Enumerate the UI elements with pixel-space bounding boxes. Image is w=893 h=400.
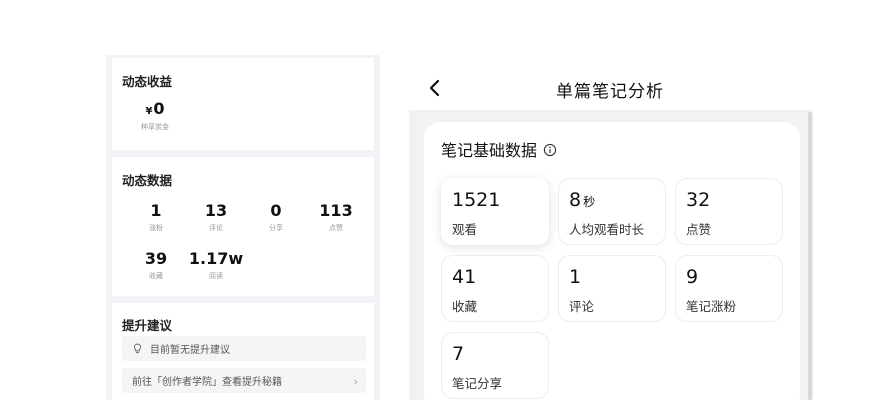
stat-label: 点赞 bbox=[329, 224, 343, 232]
metric-number: 41 bbox=[452, 266, 477, 288]
stat-reads: 1.17w 阅读 bbox=[186, 249, 246, 281]
page-title: 单篇笔记分析 bbox=[556, 82, 664, 102]
stat-value: 113 bbox=[319, 201, 353, 220]
stat-label: 涨粉 bbox=[149, 224, 163, 232]
currency-symbol: ¥ bbox=[145, 106, 153, 117]
stat-likes: 113 点赞 bbox=[306, 201, 366, 233]
chevron-right-icon: › bbox=[353, 375, 358, 388]
metric-number: 9 bbox=[686, 266, 699, 288]
metric-tile-likes[interactable]: 32 点赞 bbox=[675, 178, 783, 245]
metric-tile-views[interactable]: 1521 观看 bbox=[441, 178, 549, 245]
revenue-label: 种草赏金 bbox=[141, 123, 169, 131]
revenue-amount: 0 bbox=[153, 99, 165, 118]
metric-unit: 秒 bbox=[583, 195, 596, 209]
metric-tile-shares[interactable]: 7 笔记分享 bbox=[441, 332, 549, 399]
metric-value: 7 bbox=[452, 343, 466, 365]
back-button[interactable] bbox=[425, 76, 447, 100]
no-suggestion-notice: 目前暂无提升建议 bbox=[122, 336, 366, 361]
stat-label: 阅读 bbox=[209, 272, 223, 280]
scrollbar[interactable] bbox=[808, 112, 812, 400]
section-title: 笔记基础数据 bbox=[441, 137, 557, 161]
suggestions-title: 提升建议 bbox=[122, 318, 173, 333]
metric-label: 笔记分享 bbox=[452, 376, 503, 391]
stat-value: 1.17w bbox=[188, 249, 244, 268]
dynamic-data-title: 动态数据 bbox=[122, 173, 173, 188]
metric-label: 人均观看时长 bbox=[569, 222, 645, 237]
stat-comments: 13 评论 bbox=[186, 201, 246, 233]
stat-value: 0 bbox=[270, 201, 282, 220]
stat-label: 分享 bbox=[269, 224, 283, 232]
metric-value: 32 bbox=[686, 189, 712, 211]
metric-label: 评论 bbox=[569, 299, 595, 314]
metric-value: 1521 bbox=[452, 189, 502, 211]
metric-number: 32 bbox=[686, 189, 711, 211]
stat-value: 1 bbox=[150, 201, 162, 220]
metric-label: 笔记涨粉 bbox=[686, 299, 737, 314]
stat-value: 13 bbox=[204, 201, 228, 220]
creator-academy-text: 前往「创作者学院」查看提升秘籍 bbox=[132, 377, 282, 388]
info-circle-icon[interactable] bbox=[543, 143, 557, 157]
revenue-card: 动态收益 ¥ 0 种草赏金 bbox=[112, 58, 374, 150]
stat-value: 39 bbox=[144, 249, 168, 268]
section-title-text: 笔记基础数据 bbox=[441, 141, 538, 160]
creator-academy-link[interactable]: 前往「创作者学院」查看提升秘籍 › bbox=[122, 368, 366, 393]
revenue-title: 动态收益 bbox=[122, 74, 173, 89]
stat-collects: 39 收藏 bbox=[126, 249, 186, 281]
revenue-value: ¥ 0 bbox=[140, 99, 170, 118]
revenue-stat: ¥ 0 种草赏金 bbox=[140, 99, 170, 132]
stat-followers: 1 涨粉 bbox=[126, 201, 186, 233]
metric-number: 1 bbox=[569, 266, 582, 288]
dashboard-panel: 动态收益 ¥ 0 种草赏金 动态数据 1 涨粉 13 评论 0 分享 113 点… bbox=[106, 55, 380, 400]
stat-label: 评论 bbox=[209, 224, 223, 232]
metric-value: 9 bbox=[686, 266, 700, 288]
metric-tile-collects[interactable]: 41 收藏 bbox=[441, 255, 549, 322]
dynamic-data-card: 动态数据 1 涨粉 13 评论 0 分享 113 点赞 39 收藏 1.17w … bbox=[112, 157, 374, 296]
chevron-left-icon bbox=[429, 79, 440, 97]
metric-label: 收藏 bbox=[452, 299, 478, 314]
metric-value: 41 bbox=[452, 266, 478, 288]
metric-tile-avg-watch-time[interactable]: 8 秒 人均观看时长 bbox=[558, 178, 666, 245]
stat-label: 收藏 bbox=[149, 272, 163, 280]
suggestions-card: 提升建议 目前暂无提升建议 前往「创作者学院」查看提升秘籍 › bbox=[112, 303, 374, 400]
metric-value: 1 bbox=[569, 266, 583, 288]
metric-label: 观看 bbox=[452, 222, 478, 237]
metric-number: 8 bbox=[569, 189, 582, 211]
metric-tile-comments[interactable]: 1 评论 bbox=[558, 255, 666, 322]
metric-label: 点赞 bbox=[686, 222, 712, 237]
metric-number: 7 bbox=[452, 343, 465, 365]
metric-number: 1521 bbox=[452, 189, 501, 211]
no-suggestion-text: 目前暂无提升建议 bbox=[150, 345, 230, 356]
metric-tile-follower-gain[interactable]: 9 笔记涨粉 bbox=[675, 255, 783, 322]
lightbulb-icon bbox=[134, 343, 141, 353]
metric-value: 8 秒 bbox=[569, 189, 595, 211]
stat-shares: 0 分享 bbox=[246, 201, 306, 233]
